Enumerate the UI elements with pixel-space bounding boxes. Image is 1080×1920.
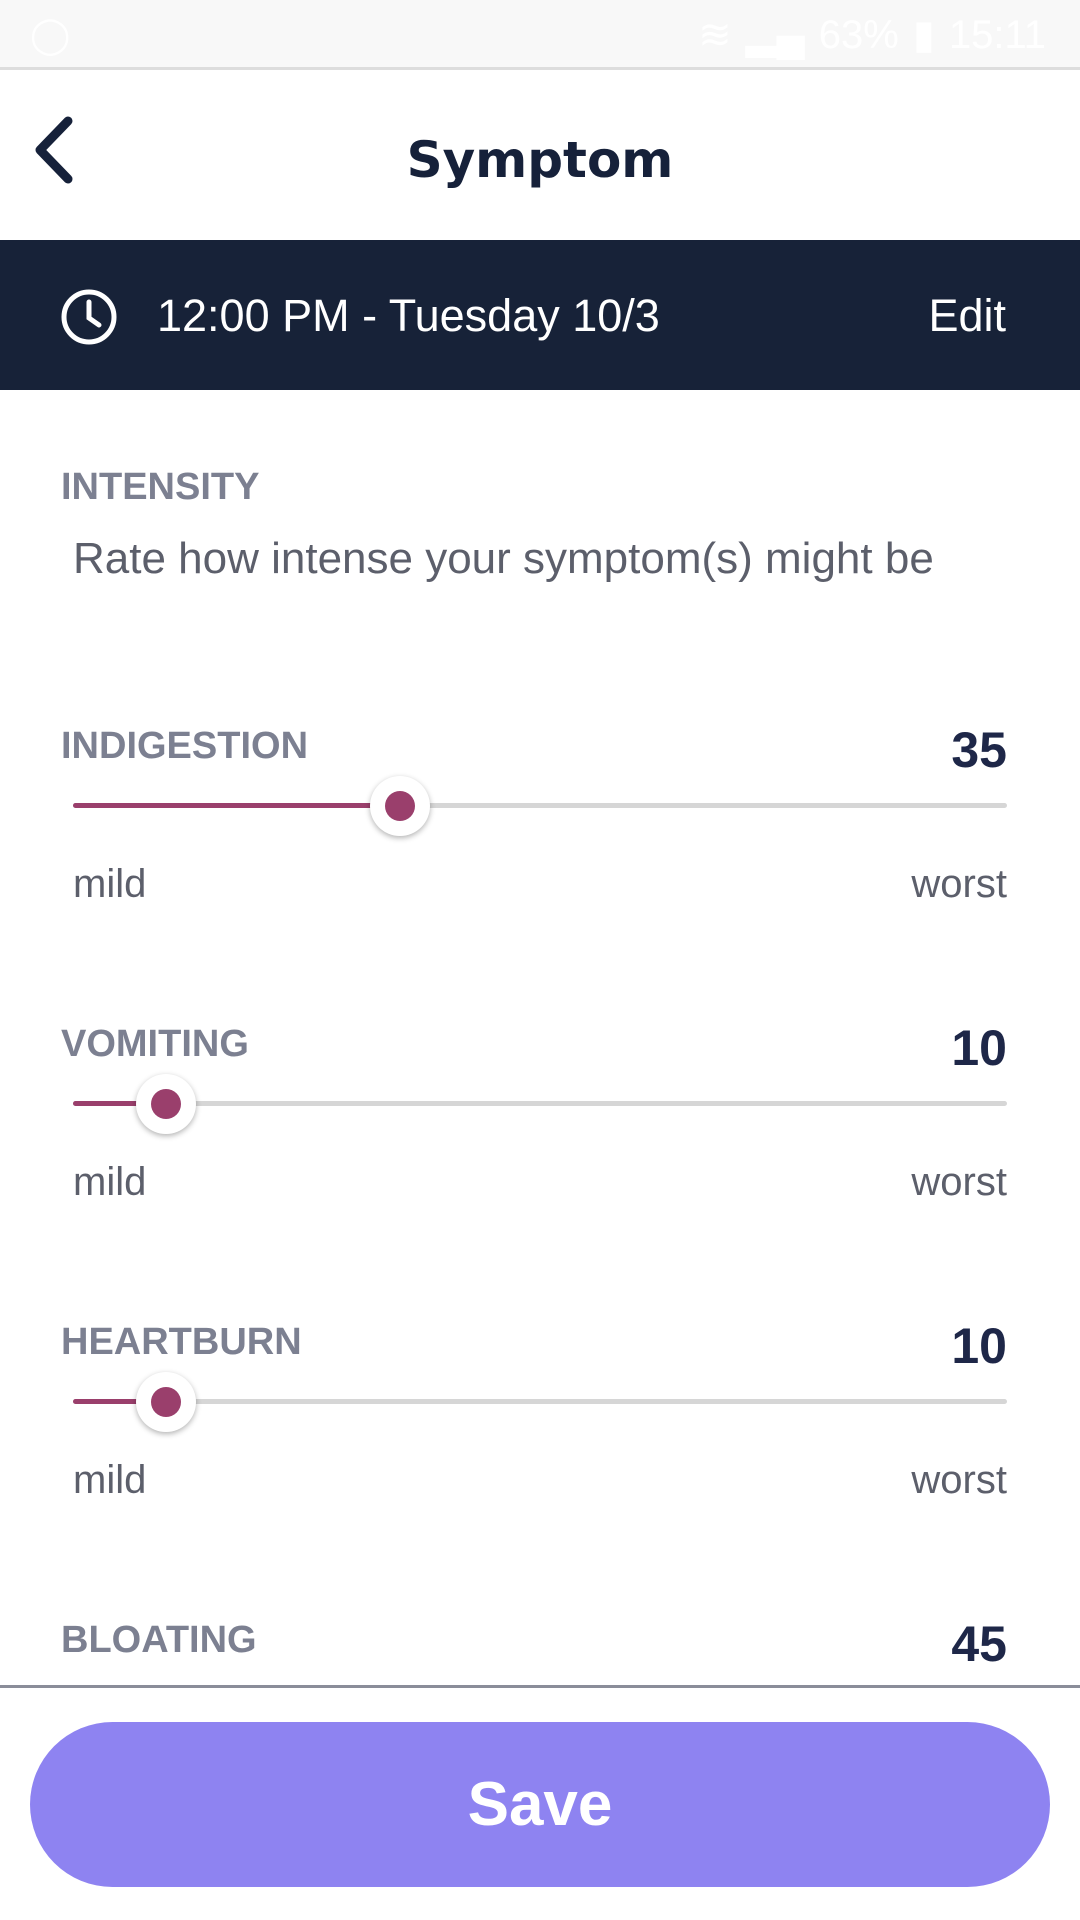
signal-icon: ▂▄	[745, 13, 805, 57]
min-label: mild	[73, 1160, 147, 1204]
symptom-name: BLOATING	[61, 1619, 257, 1661]
symptom-name: VOMITING	[61, 1023, 249, 1065]
max-label: worst	[911, 1458, 1007, 1502]
header: Symptom	[0, 73, 1080, 240]
save-button[interactable]: Save	[30, 1722, 1050, 1887]
datetime-text: 12:00 PM - Tuesday 10/3	[157, 290, 660, 341]
whatsapp-icon: ◯	[30, 14, 71, 55]
symptom-value: 45	[951, 1616, 1007, 1672]
divider	[0, 1685, 1080, 1688]
slider-thumb[interactable]	[136, 1372, 197, 1432]
wifi-icon: ≋	[698, 13, 732, 57]
slider-thumb[interactable]	[369, 776, 430, 836]
edit-button[interactable]: Edit	[928, 290, 1006, 342]
symptom-value: 35	[951, 722, 1007, 778]
datetime-band: 12:00 PM - Tuesday 10/3 Edit	[0, 240, 1080, 390]
intensity-label: INTENSITY	[61, 466, 260, 508]
slider-fill	[73, 803, 400, 808]
min-label: mild	[73, 862, 147, 906]
symptom-vomiting: VOMITING 10 mild worst	[0, 1020, 1080, 1283]
battery-icon: ▮	[912, 13, 935, 57]
symptom-indigestion: INDIGESTION 35 mild worst	[0, 722, 1080, 985]
status-bar: ◯ ≋ ▂▄ 63% ▮ 15:11	[0, 0, 1080, 70]
intensity-slider[interactable]	[73, 1074, 1007, 1134]
symptom-heartburn: HEARTBURN 10 mild worst	[0, 1318, 1080, 1581]
symptom-name: HEARTBURN	[61, 1321, 302, 1363]
symptom-value: 10	[951, 1020, 1007, 1076]
min-label: mild	[73, 1458, 147, 1502]
intensity-description: Rate how intense your symptom(s) might b…	[73, 534, 934, 583]
page-title: Symptom	[406, 131, 674, 189]
battery-percent: 63%	[818, 12, 899, 57]
clock-time: 15:11	[948, 12, 1046, 57]
clock-icon	[61, 289, 117, 345]
symptom-value: 10	[951, 1318, 1007, 1374]
max-label: worst	[911, 1160, 1007, 1204]
intensity-slider[interactable]	[73, 1372, 1007, 1432]
max-label: worst	[911, 862, 1007, 906]
symptom-name: INDIGESTION	[61, 725, 309, 767]
intensity-slider[interactable]	[73, 776, 1007, 836]
slider-thumb[interactable]	[136, 1074, 197, 1134]
